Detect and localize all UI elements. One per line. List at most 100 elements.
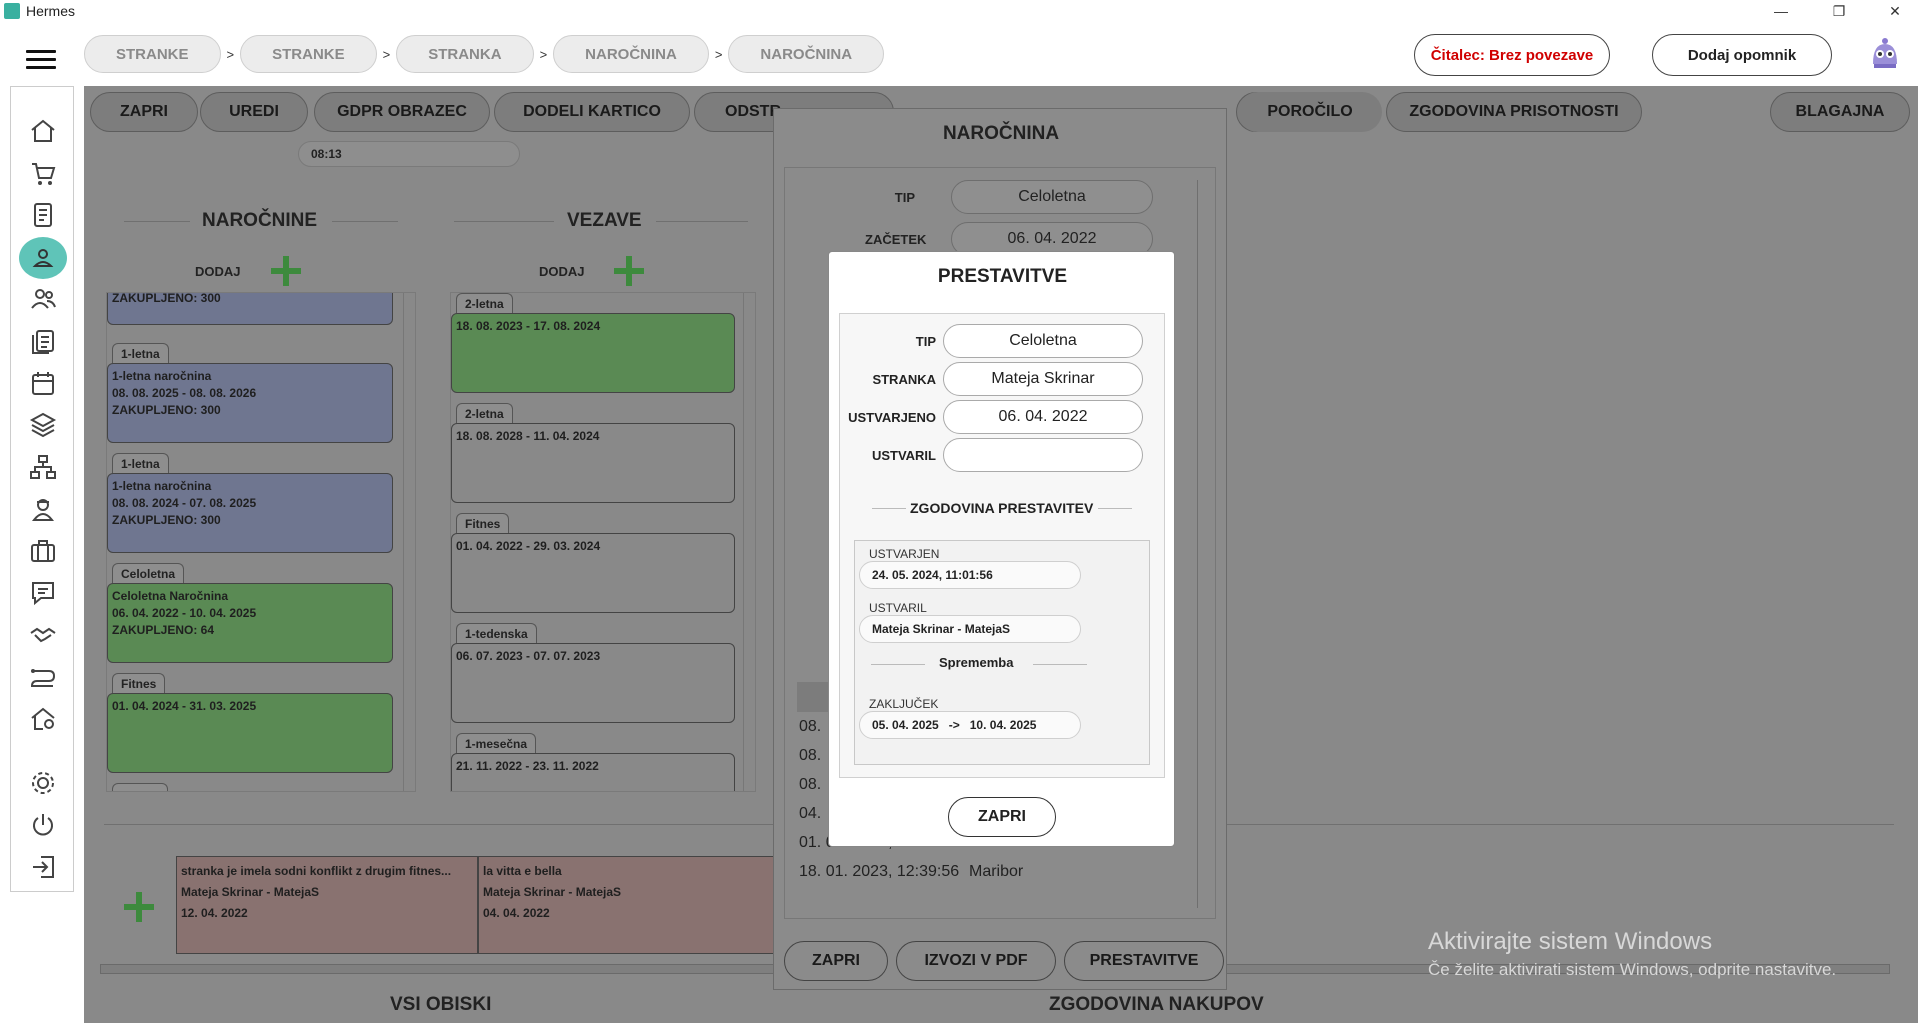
created-field[interactable]: 06. 04. 2022 — [943, 400, 1143, 434]
export-pdf-button[interactable]: IZVOZI V PDF — [896, 941, 1056, 981]
restore-button[interactable]: ❐ — [1816, 0, 1862, 22]
end-to: 10. 04. 2025 — [969, 718, 1037, 732]
report-button[interactable]: POROČILO — [1238, 92, 1382, 132]
end-history-label: ZAKLJUČEK — [869, 697, 939, 711]
layers-icon[interactable] — [27, 409, 59, 441]
add-reminder-button[interactable]: Dodaj opomnik — [1652, 34, 1832, 76]
card-line: 06. 07. 2023 - 07. 07. 2023 — [456, 649, 601, 663]
created-history-label: USTVARJEN — [869, 547, 940, 561]
document-icon[interactable] — [27, 199, 59, 231]
creator-history-label: USTVARIL — [869, 601, 927, 615]
attendance-history-button[interactable]: ZGODOVINA PRISOTNOSTI — [1386, 92, 1642, 132]
close-modal-button[interactable]: ZAPRI — [948, 797, 1056, 837]
created-history-value: 24. 05. 2024, 11:01:56 — [859, 561, 1081, 589]
commitment-card[interactable]: 21. 11. 2022 - 23. 11. 2022 — [451, 753, 735, 791]
subscriptions-list[interactable]: ZAKUPLJENO: 300 1-letna 1-letna naročnin… — [106, 292, 416, 792]
scrollbar[interactable] — [1197, 180, 1209, 908]
cart-icon[interactable] — [27, 157, 59, 189]
commitment-card[interactable]: 18. 08. 2028 - 11. 04. 2024 — [451, 423, 735, 503]
gdpr-form-button[interactable]: GDPR OBRAZEC — [314, 92, 490, 132]
section-divider — [332, 221, 398, 222]
window-title: Hermes — [26, 3, 76, 19]
gear-icon[interactable] — [27, 767, 59, 799]
type-field[interactable]: Celoletna — [951, 180, 1153, 214]
breadcrumb-separator: > — [539, 46, 548, 62]
creator-field[interactable] — [943, 438, 1143, 472]
subscription-tag: Fitnes — [112, 673, 166, 693]
arrow-icon: -> — [948, 718, 960, 732]
reader-status-button[interactable]: Čitalec: Brez povezave — [1414, 34, 1610, 76]
power-icon[interactable] — [27, 809, 59, 841]
all-visits-title: VSI OBISKI — [390, 994, 492, 1015]
commitments-list[interactable]: 2-letna 18. 08. 2023 - 17. 08. 2024 2-le… — [450, 292, 756, 792]
house-icon[interactable] — [27, 703, 59, 735]
scrollbar[interactable] — [403, 293, 415, 791]
note-card[interactable]: stranka je imela sodni konflikt z drugim… — [176, 856, 478, 954]
cash-register-button[interactable]: BLAGAJNA — [1770, 92, 1910, 132]
breadcrumb-separator: > — [714, 46, 723, 62]
commitment-card[interactable]: 18. 08. 2023 - 17. 08. 2024 — [451, 313, 735, 393]
list-icon[interactable] — [27, 325, 59, 357]
subscription-card[interactable]: 1-letna naročnina 08. 08. 2025 - 08. 08.… — [107, 363, 393, 443]
commitment-card[interactable]: 06. 07. 2023 - 07. 07. 2023 — [451, 643, 735, 723]
subscription-tag: Celoletna — [112, 563, 185, 583]
logout-icon[interactable] — [27, 851, 59, 883]
briefcase-icon[interactable] — [27, 535, 59, 567]
title-bar: Hermes — ❐ ✕ — [0, 0, 1918, 22]
card-line: 18. 08. 2028 - 11. 04. 2024 — [456, 429, 600, 443]
avatar[interactable] — [1866, 34, 1904, 72]
app-window: Hermes — ❐ ✕ STRANKE > STRANKE > STRANKA… — [0, 0, 1918, 1023]
subscription-card[interactable]: Celoletna Naročnina 06. 04. 2022 - 10. 0… — [107, 583, 393, 663]
time-field[interactable]: 08:13 — [298, 141, 520, 167]
card-line: 08. 08. 2025 - 08. 08. 2026 — [112, 386, 257, 400]
client-field[interactable]: Mateja Skrinar — [943, 362, 1143, 396]
minimize-button[interactable]: — — [1758, 0, 1804, 22]
close-button[interactable]: ZAPRI — [90, 92, 198, 132]
calendar-icon[interactable] — [27, 367, 59, 399]
assign-card-button[interactable]: DODELI KARTICO — [494, 92, 690, 132]
breadcrumb-item[interactable]: STRANKE — [84, 35, 221, 73]
route-icon[interactable] — [27, 661, 59, 693]
scrollbar[interactable] — [743, 293, 755, 791]
windows-activation-title: Aktivirajte sistem Windows — [1428, 928, 1713, 955]
commitment-card[interactable]: 01. 04. 2022 - 29. 03. 2024 — [451, 533, 735, 613]
breadcrumb-item[interactable]: STRANKE — [240, 35, 377, 73]
subscription-card[interactable]: 01. 04. 2024 - 31. 03. 2025 — [107, 693, 393, 773]
table-row[interactable]: 18. 01. 2023, 12:39:56 Maribor — [799, 857, 1119, 886]
close-dialog-button[interactable]: ZAPRI — [784, 941, 888, 981]
purchase-history-title: ZGODOVINA NAKUPOV — [1049, 994, 1264, 1015]
card-line: 06. 04. 2022 - 10. 04. 2025 — [112, 606, 257, 620]
note-card[interactable]: la vitta e bella Mateja Skrinar - Mateja… — [478, 856, 780, 954]
handshake-icon[interactable] — [27, 619, 59, 651]
add-note-icon[interactable] — [124, 892, 154, 922]
close-window-button[interactable]: ✕ — [1872, 0, 1918, 22]
breadcrumb-separator: > — [382, 46, 391, 62]
add-subscription-icon[interactable] — [271, 256, 301, 286]
windows-activation-text: Če želite aktivirati sistem Windows, odp… — [1428, 960, 1837, 979]
add-commitment-icon[interactable] — [614, 256, 644, 286]
type-field[interactable]: Celoletna — [943, 324, 1143, 358]
user-icon[interactable] — [19, 237, 67, 279]
breadcrumb-item[interactable]: NAROČNINA — [728, 35, 885, 73]
edit-button[interactable]: UREDI — [200, 92, 308, 132]
home-icon[interactable] — [27, 115, 59, 147]
visit-time: 18. 01. 2023, 12:39:56 — [799, 862, 960, 880]
commitment-tag: 1-mesečna — [456, 733, 537, 753]
users-icon[interactable] — [27, 283, 59, 315]
subscription-card[interactable]: ZAKUPLJENO: 300 — [107, 292, 393, 325]
worker-icon[interactable] — [27, 493, 59, 525]
breadcrumb-item[interactable]: STRANKA — [396, 35, 534, 73]
card-line: ZAKUPLJENO: 300 — [112, 292, 221, 305]
commitment-tag: 2-letna — [456, 403, 513, 423]
history-list: USTVARJEN 24. 05. 2024, 11:01:56 USTVARI… — [854, 540, 1150, 765]
breadcrumb-item[interactable]: NAROČNINA — [553, 35, 709, 73]
postponements-button[interactable]: PRESTAVITVE — [1064, 941, 1224, 981]
note-date: 04. 04. 2022 — [483, 906, 550, 920]
type-label: TIP — [894, 190, 915, 205]
modal-body: TIP Celoletna STRANKA Mateja Skrinar UST… — [839, 313, 1165, 778]
subscription-card[interactable]: 1-letna naročnina 08. 08. 2024 - 07. 08.… — [107, 473, 393, 553]
card-line: 01. 04. 2022 - 29. 03. 2024 — [456, 539, 601, 553]
menu-icon[interactable] — [26, 50, 56, 70]
chat-icon[interactable] — [27, 577, 59, 609]
sitemap-icon[interactable] — [27, 451, 59, 483]
